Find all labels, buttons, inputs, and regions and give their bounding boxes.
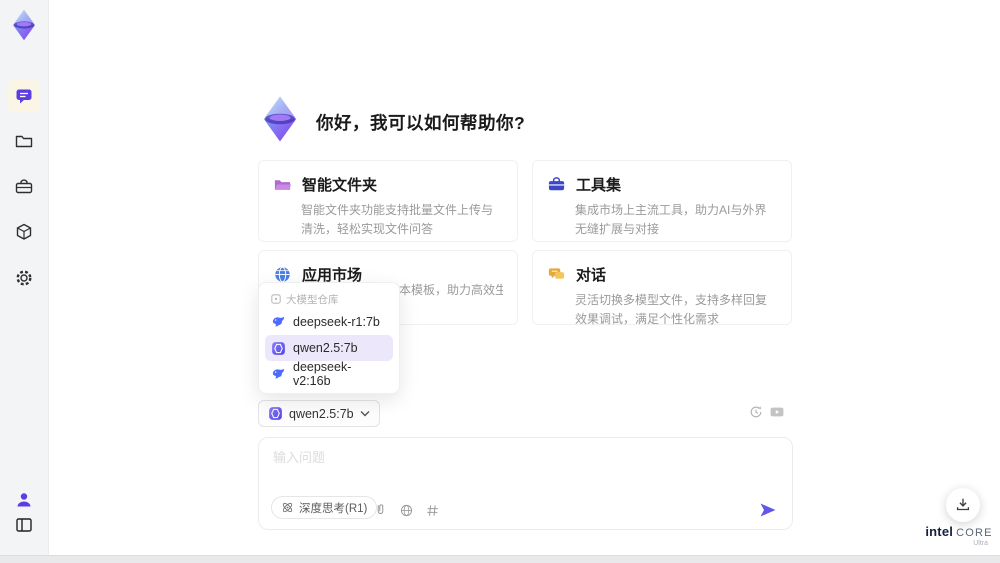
card-desc: 灵活切换多模型文件，支持多样回复效果调试，满足个性化需求 <box>575 293 768 326</box>
intel-core-badge: intel CORE Ultra <box>925 524 993 547</box>
deepseek-icon <box>272 368 285 378</box>
chat-bubble-icon <box>16 89 32 104</box>
intel-wordmark: intel <box>925 524 954 539</box>
send-icon[interactable] <box>758 500 778 520</box>
card-desc: 智能文件夹功能支持批量文件上传与清洗，轻松实现文件问答 <box>301 203 494 236</box>
card-desc-visible-fragment: 本模板，助力高效生成多 <box>399 283 503 297</box>
card-desc: 集成市场上主流工具，助力AI与外界无缝扩展与对接 <box>575 203 767 236</box>
qwen-icon <box>269 407 282 420</box>
card-title: 对话 <box>576 267 607 284</box>
parameters-icon[interactable] <box>425 503 440 518</box>
model-option-deepseek-r1[interactable]: deepseek-r1:7b <box>265 309 393 335</box>
model-dropdown: 大模型仓库 deepseek-r1:7b qwen2.5:7b deepseek… <box>258 282 400 394</box>
model-option-label: deepseek-v2:16b <box>293 360 352 388</box>
sidebar-item-account[interactable] <box>14 490 34 510</box>
composer-tools <box>373 503 440 518</box>
deepseek-icon <box>272 316 285 326</box>
model-option-label: qwen2.5:7b <box>293 341 358 355</box>
deep-think-label: 深度思考(R1) <box>299 502 368 515</box>
model-option-deepseek-v2[interactable]: deepseek-v2:16b <box>265 360 393 388</box>
window-bottom-edge <box>0 555 1000 563</box>
model-dropdown-header: 大模型仓库 <box>259 289 399 309</box>
attachment-icon[interactable] <box>373 503 388 518</box>
app-window: 你好，我可以如何帮助你? 智能文件夹 智能文件夹功能支持批量文件上传与清洗，轻松… <box>0 0 1000 563</box>
model-dropdown-header-label: 大模型仓库 <box>286 293 339 306</box>
sidebar-item-panel-toggle[interactable] <box>14 515 34 535</box>
download-button[interactable] <box>946 488 980 522</box>
sidebar-item-settings[interactable] <box>14 268 34 288</box>
globe-icon[interactable] <box>399 503 414 518</box>
core-wordmark: CORE <box>956 527 993 539</box>
history-icon[interactable] <box>748 404 764 420</box>
yellow-chat-icon <box>548 268 565 279</box>
sidebar <box>0 0 49 563</box>
sidebar-item-models[interactable] <box>14 222 34 242</box>
card-title: 智能文件夹 <box>302 177 378 194</box>
message-input[interactable] <box>271 445 755 489</box>
core-tier-label: Ultra <box>973 540 988 547</box>
model-option-label: deepseek-r1:7b <box>293 315 380 329</box>
sidebar-item-folders[interactable] <box>14 131 34 151</box>
model-selector-value: qwen2.5:7b <box>289 406 354 421</box>
composer: 深度思考(R1) <box>258 437 793 530</box>
card-smart-folder[interactable]: 智能文件夹 智能文件夹功能支持批量文件上传与清洗，轻松实现文件问答 <box>258 160 518 242</box>
purple-folder-icon <box>274 180 292 190</box>
qwen-icon <box>272 341 285 355</box>
model-selector[interactable]: qwen2.5:7b <box>258 400 380 427</box>
sidebar-item-chat[interactable] <box>8 80 40 112</box>
greeting-title: 你好，我可以如何帮助你? <box>316 113 526 133</box>
download-icon <box>956 498 970 511</box>
card-toolset[interactable]: 工具集 集成市场上主流工具，助力AI与外界无缝扩展与对接 <box>532 160 792 242</box>
deep-think-icon <box>282 502 293 513</box>
repository-icon <box>271 294 281 304</box>
app-logo-icon <box>12 9 36 41</box>
model-option-qwen[interactable]: qwen2.5:7b <box>265 335 393 361</box>
chevron-down-icon <box>360 411 370 417</box>
card-title: 工具集 <box>576 177 622 194</box>
toolbox-icon <box>548 177 565 191</box>
hero-logo-icon <box>263 96 297 142</box>
sidebar-item-toolbox[interactable] <box>14 177 34 197</box>
card-conversation[interactable]: 对话 灵活切换多模型文件，支持多样回复效果调试，满足个性化需求 <box>532 250 792 326</box>
deep-think-toggle[interactable]: 深度思考(R1) <box>271 496 378 519</box>
video-icon[interactable] <box>769 404 785 420</box>
